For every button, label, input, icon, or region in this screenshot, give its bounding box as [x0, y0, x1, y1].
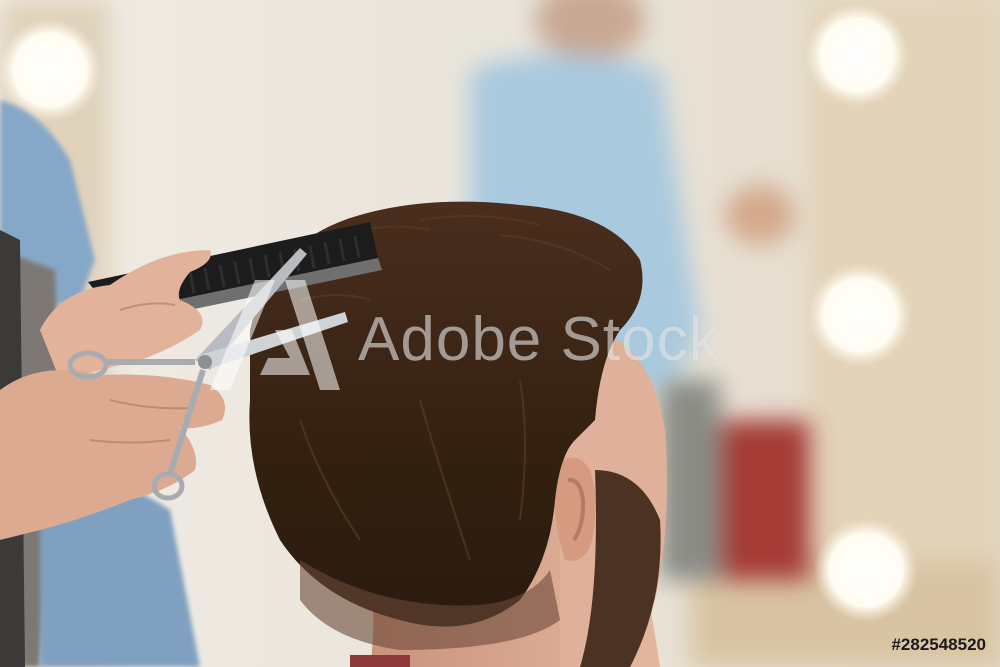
stock-id-label: #282548520: [891, 635, 986, 654]
client-ear: [555, 457, 596, 561]
photo-canvas: Adobe Stock #282548520: [0, 0, 1000, 667]
bulb-light: [814, 518, 918, 622]
barbershop-scene: [0, 0, 1000, 667]
bulb-light: [805, 3, 909, 107]
bulb-light: [808, 263, 912, 367]
